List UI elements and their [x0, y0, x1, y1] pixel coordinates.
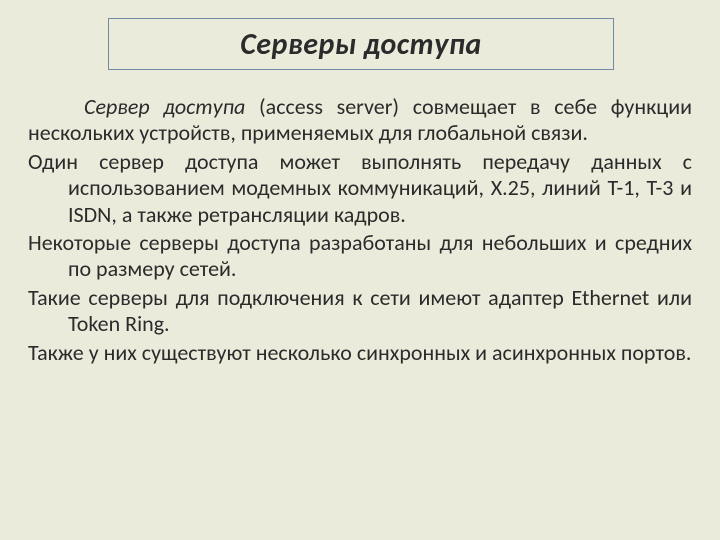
paragraph-5: Также у них существуют несколько синхрон… — [28, 340, 692, 366]
title-container: Серверы доступа — [108, 18, 614, 70]
paragraph-4: Такие серверы для подключения к сети име… — [28, 285, 692, 338]
slide: Серверы доступа Сервер доступа (access s… — [0, 0, 720, 540]
body-text: Сервер доступа (access server) совмещает… — [28, 94, 692, 368]
term-emphasis: Сервер доступа — [84, 93, 245, 120]
paragraph-1: Сервер доступа (access server) совмещает… — [28, 94, 692, 147]
slide-title: Серверы доступа — [240, 26, 481, 63]
paragraph-3: Некоторые серверы доступа разработаны дл… — [28, 230, 692, 283]
paragraph-2: Один сервер доступа может выполнять пере… — [28, 149, 692, 228]
